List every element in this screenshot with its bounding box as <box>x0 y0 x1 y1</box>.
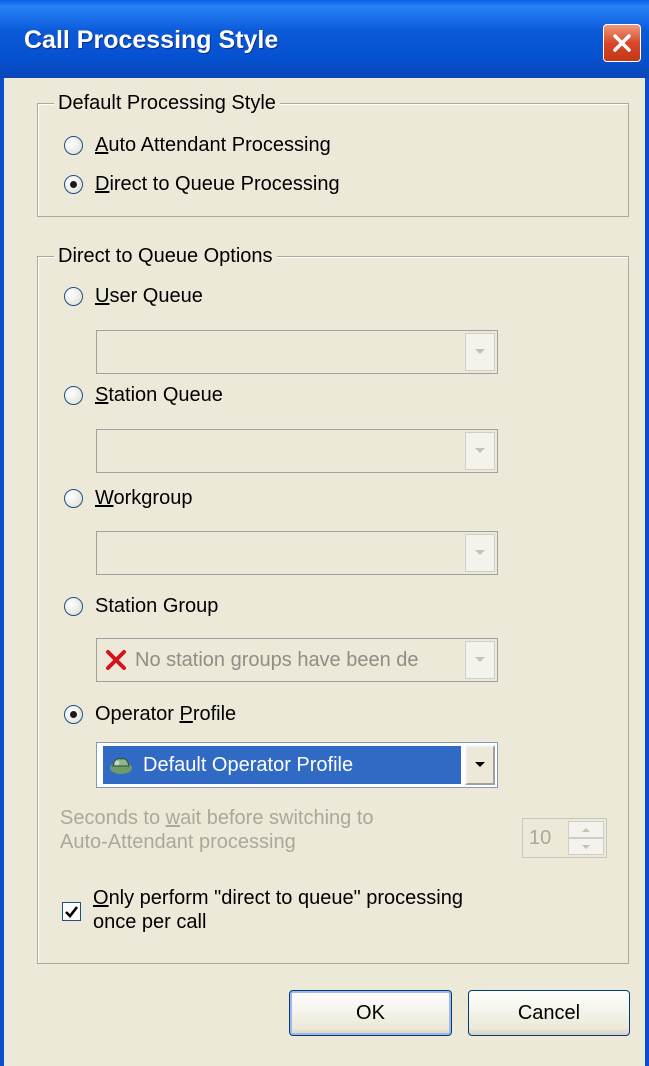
select-value: No station groups have been de <box>103 642 461 678</box>
radio-station-queue[interactable]: Station Queue <box>64 384 223 407</box>
ok-button-label: OK <box>356 1001 385 1024</box>
group-legend: Direct to Queue Options <box>54 244 277 268</box>
select-value: Default Operator Profile <box>103 746 461 784</box>
dropdown-button[interactable] <box>465 432 495 470</box>
once-per-call-checkbox[interactable] <box>62 902 81 921</box>
select-value <box>103 433 461 469</box>
ok-button[interactable]: OK <box>289 990 452 1036</box>
radio-label: Auto Attendant Processing <box>95 134 331 156</box>
radio-label: Workgroup <box>95 487 193 509</box>
radio-button[interactable] <box>64 705 83 724</box>
cancel-button[interactable]: Cancel <box>468 990 630 1036</box>
radio-label: User Queue <box>95 285 203 307</box>
chevron-down-icon <box>582 844 590 849</box>
radio-user-queue[interactable]: User Queue <box>64 285 203 308</box>
station-group-value: No station groups have been de <box>135 648 419 671</box>
group-legend: Default Processing Style <box>54 91 280 115</box>
chevron-down-icon <box>475 762 485 767</box>
station-group-select[interactable]: No station groups have been de <box>96 638 498 682</box>
station-queue-select[interactable] <box>96 429 498 473</box>
operator-profile-select[interactable]: Default Operator Profile <box>96 742 498 788</box>
radio-workgroup[interactable]: Workgroup <box>64 487 192 510</box>
checkbox-label: Only perform "direct to queue" processin… <box>93 887 463 933</box>
window-frame-left <box>0 78 4 1066</box>
dropdown-button[interactable] <box>465 745 495 785</box>
chevron-up-icon <box>582 827 590 832</box>
chevron-down-icon <box>475 448 485 453</box>
spin-up-button[interactable] <box>568 821 604 838</box>
radio-direct-to-queue[interactable]: Direct to Queue Processing <box>64 173 340 196</box>
radio-label: Direct to Queue Processing <box>95 173 340 195</box>
radio-label: Station Queue <box>95 384 223 406</box>
window-frame-right <box>645 78 649 1066</box>
close-icon <box>613 34 631 52</box>
radio-operator-profile[interactable]: Operator Profile <box>64 703 236 726</box>
seconds-to-wait-label: Seconds to wait before switching to Auto… <box>60 807 374 853</box>
window-title: Call Processing Style <box>24 26 279 54</box>
radio-label: Operator Profile <box>95 703 237 725</box>
select-value <box>103 535 461 571</box>
workgroup-select[interactable] <box>96 531 498 575</box>
chevron-down-icon <box>475 550 485 555</box>
dropdown-button[interactable] <box>465 641 495 679</box>
close-button[interactable] <box>603 24 641 62</box>
chevron-down-icon <box>475 349 485 354</box>
default-processing-style-group: Default Processing Style <box>37 91 629 217</box>
select-value <box>103 334 461 370</box>
checkmark-icon <box>65 905 78 918</box>
once-per-call-checkbox-row[interactable]: Only perform "direct to queue" processin… <box>62 886 463 934</box>
radio-button[interactable] <box>64 386 83 405</box>
user-queue-select[interactable] <box>96 330 498 374</box>
operator-profile-value: Default Operator Profile <box>143 753 354 776</box>
radio-button[interactable] <box>64 175 83 194</box>
error-x-icon <box>106 650 126 670</box>
radio-button[interactable] <box>64 489 83 508</box>
dropdown-button[interactable] <box>465 333 495 371</box>
seconds-value: 10 <box>529 827 552 849</box>
radio-auto-attendant[interactable]: Auto Attendant Processing <box>64 134 331 157</box>
seconds-spinner[interactable]: 10 <box>522 818 607 858</box>
radio-button[interactable] <box>64 136 83 155</box>
chevron-down-icon <box>475 657 485 662</box>
cancel-button-label: Cancel <box>517 1001 581 1024</box>
spin-down-button[interactable] <box>568 838 604 855</box>
radio-button[interactable] <box>64 287 83 306</box>
radio-button[interactable] <box>64 597 83 616</box>
dropdown-button[interactable] <box>465 534 495 572</box>
operator-profile-icon <box>110 758 132 774</box>
radio-label: Station Group <box>95 595 219 617</box>
radio-station-group[interactable]: Station Group <box>64 595 218 618</box>
title-bar: Call Processing Style <box>0 0 649 78</box>
